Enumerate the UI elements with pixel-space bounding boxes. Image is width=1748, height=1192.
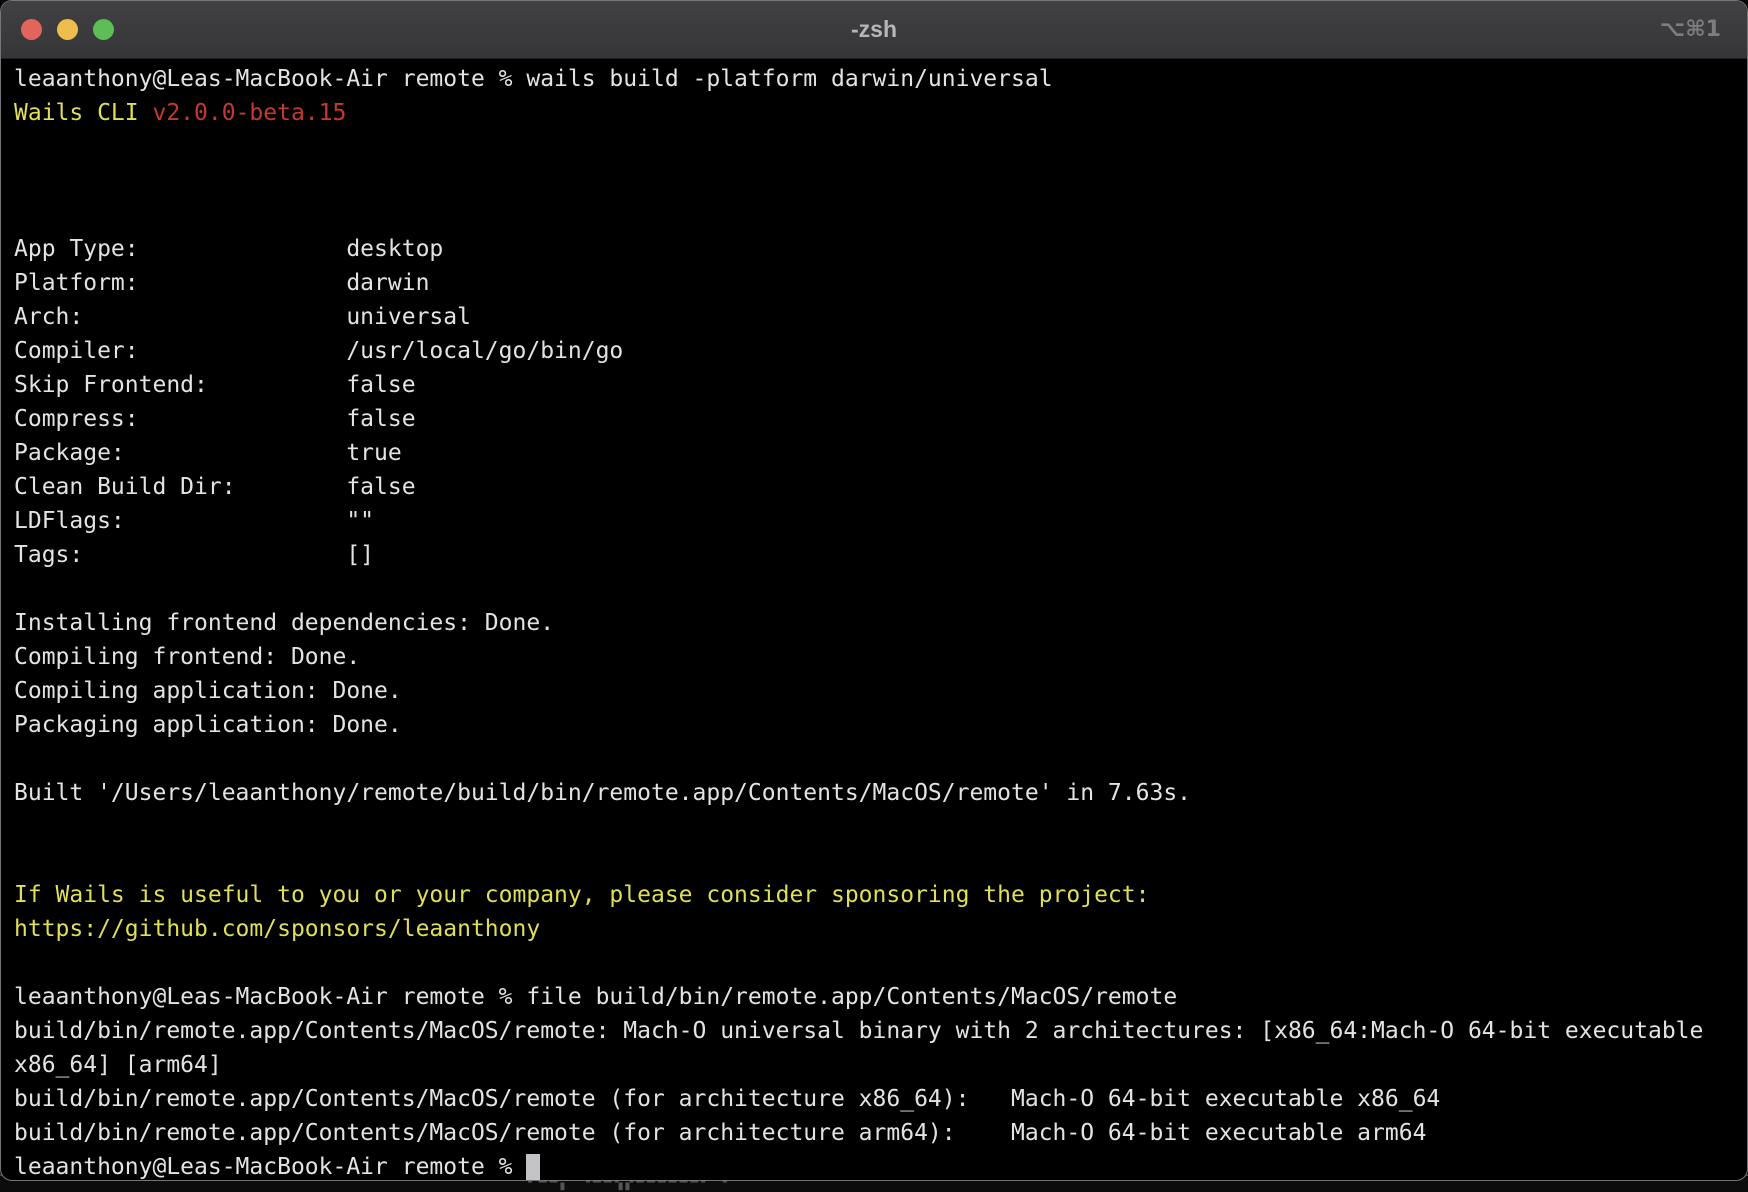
terminal-line xyxy=(14,844,1747,878)
terminal-line xyxy=(14,130,1747,164)
terminal-line: Platform: darwin xyxy=(14,266,1747,300)
terminal-line xyxy=(14,946,1747,980)
terminal-line: build/bin/remote.app/Contents/MacOS/remo… xyxy=(14,1116,1747,1150)
terminal-line: x86_64] [arm64] xyxy=(14,1048,1747,1082)
terminal-line: Arch: universal xyxy=(14,300,1747,334)
terminal-window: -zsh ⌥⌘1 leaanthony@Leas-MacBook-Air rem… xyxy=(0,0,1748,1181)
terminal-line xyxy=(14,198,1747,232)
terminal-line: Installing frontend dependencies: Done. xyxy=(14,606,1747,640)
terminal-line: App Type: desktop xyxy=(14,232,1747,266)
terminal-line: Tags: [] xyxy=(14,538,1747,572)
terminal-line: Packaging application: Done. xyxy=(14,708,1747,742)
window-shortcut-badge: ⌥⌘1 xyxy=(1660,1,1721,58)
terminal-line: https://github.com/sponsors/leaanthony xyxy=(14,912,1747,946)
window-title: -zsh xyxy=(1,1,1747,58)
terminal-line: Compiling frontend: Done. xyxy=(14,640,1747,674)
cursor xyxy=(526,1154,540,1180)
terminal-line: leaanthony@Leas-MacBook-Air remote % xyxy=(14,1150,1747,1181)
terminal-line: build/bin/remote.app/Contents/MacOS/remo… xyxy=(14,1014,1747,1048)
terminal-line: Built '/Users/leaanthony/remote/build/bi… xyxy=(14,776,1747,810)
terminal-line: Compiling application: Done. xyxy=(14,674,1747,708)
terminal-line: Wails CLI v2.0.0-beta.15 xyxy=(14,96,1747,130)
terminal-line: Compiler: /usr/local/go/bin/go xyxy=(14,334,1747,368)
minimize-button[interactable] xyxy=(57,19,78,40)
titlebar[interactable]: -zsh ⌥⌘1 xyxy=(1,1,1747,59)
terminal-line xyxy=(14,810,1747,844)
terminal-line: Skip Frontend: false xyxy=(14,368,1747,402)
traffic-lights xyxy=(21,1,114,58)
terminal-line: leaanthony@Leas-MacBook-Air remote % fil… xyxy=(14,980,1747,1014)
terminal-output[interactable]: leaanthony@Leas-MacBook-Air remote % wai… xyxy=(1,59,1747,1181)
zoom-button[interactable] xyxy=(93,19,114,40)
terminal-line xyxy=(14,572,1747,606)
terminal-line: LDFlags: "" xyxy=(14,504,1747,538)
terminal-line xyxy=(14,164,1747,198)
terminal-line: build/bin/remote.app/Contents/MacOS/remo… xyxy=(14,1082,1747,1116)
terminal-line xyxy=(14,742,1747,776)
terminal-line: Compress: false xyxy=(14,402,1747,436)
close-button[interactable] xyxy=(21,19,42,40)
terminal-line: Clean Build Dir: false xyxy=(14,470,1747,504)
terminal-line: If Wails is useful to you or your compan… xyxy=(14,878,1747,912)
screen: ▘▀▀▖ ▝▀▀▚▞▀▀▀▀▀▀▘ ▘ -zsh ⌥⌘1 leaanthony@… xyxy=(0,0,1748,1192)
terminal-line: leaanthony@Leas-MacBook-Air remote % wai… xyxy=(14,62,1747,96)
terminal-line: Package: true xyxy=(14,436,1747,470)
